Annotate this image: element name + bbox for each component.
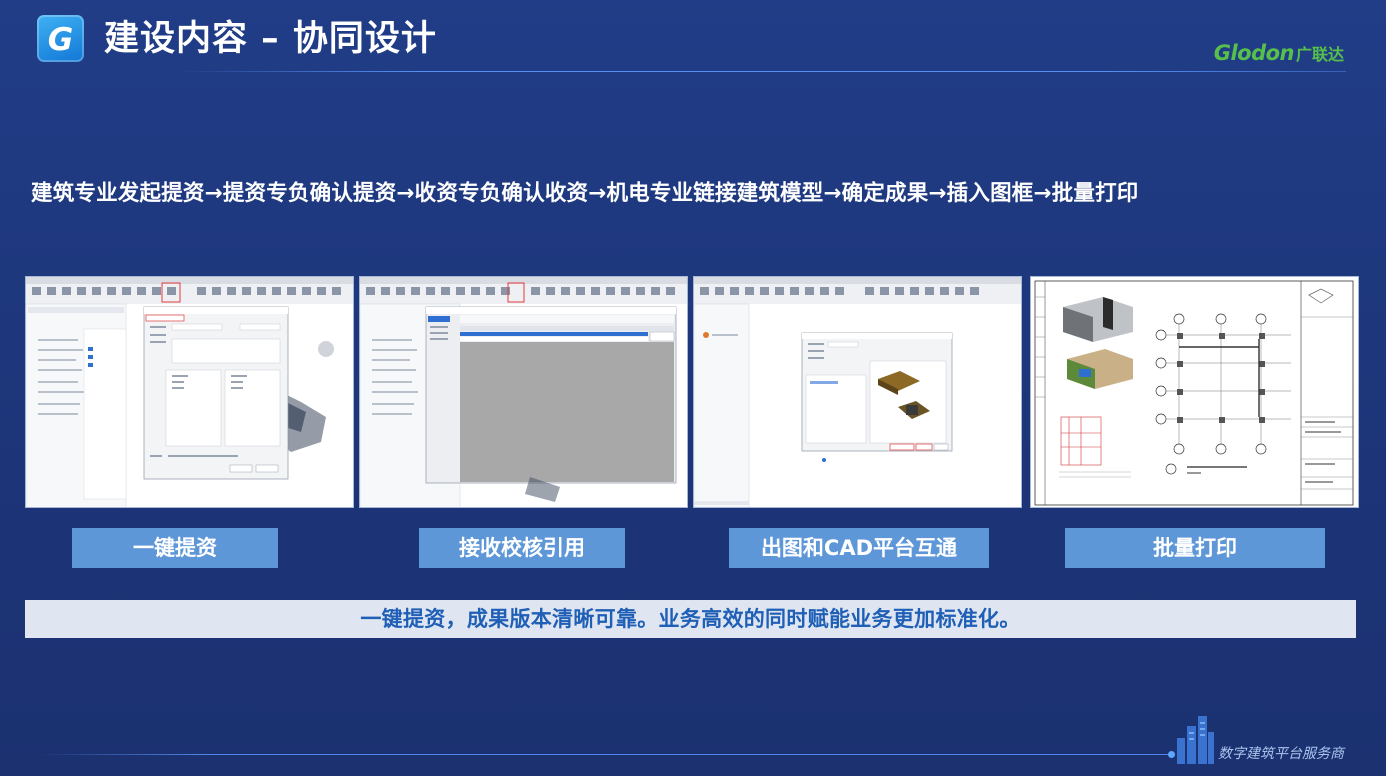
footer-dot <box>1168 751 1175 758</box>
caption-one-click-submit: 一键提资 <box>72 528 278 568</box>
summary-banner: 一键提资，成果版本清晰可靠。业务高效的同时赋能业务更加标准化。 <box>25 600 1356 638</box>
caption-cad-interop: 出图和CAD平台互通 <box>729 528 989 568</box>
caption-batch-print: 批量打印 <box>1065 528 1325 568</box>
screenshot-batch-print <box>1030 276 1359 508</box>
footer-tagline: 数字建筑平台服务商 <box>1218 746 1344 762</box>
screenshot-cad-export <box>693 276 1022 508</box>
brand-logo: Glodon 广联达 <box>1214 40 1344 66</box>
logo-letter: G <box>48 22 73 58</box>
brand-cn: 广联达 <box>1295 45 1344 64</box>
caption-receive-check: 接收校核引用 <box>419 528 625 568</box>
page-title: 建设内容 – 协同设计 <box>104 19 437 59</box>
header-divider <box>178 71 1346 72</box>
screenshot-one-click-submit <box>25 276 354 508</box>
footer-divider <box>37 754 1172 755</box>
screenshot-receive-check <box>359 276 688 508</box>
glodon-logo-icon: G <box>37 15 84 62</box>
brand-wordmark: Glodon <box>1213 41 1295 65</box>
workflow-text: 建筑专业发起提资→提资专负确认提资→收资专负确认收资→机电专业链接建筑模型→确定… <box>31 181 1139 206</box>
city-skyline-icon <box>1177 716 1214 764</box>
